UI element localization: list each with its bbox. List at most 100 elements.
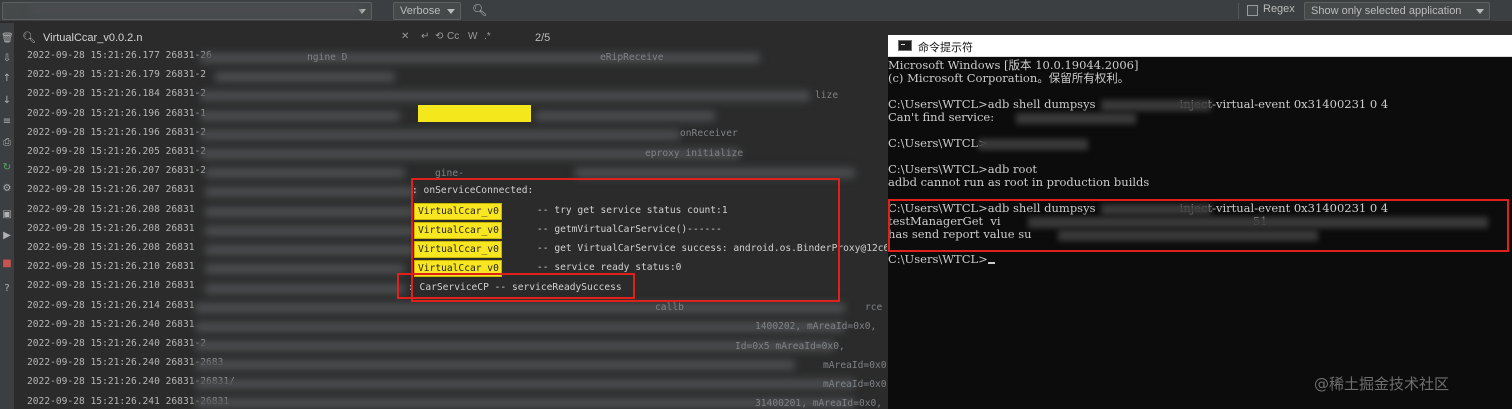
redacted-text xyxy=(535,111,715,121)
log-row[interactable]: 2022-09-28 15:21:26.208 26831 xyxy=(27,201,195,220)
chevron-down-icon xyxy=(447,9,455,14)
filter-combo[interactable]: Show only selected application xyxy=(1304,2,1490,20)
log-fragment: lize xyxy=(815,90,839,101)
redacted-text xyxy=(205,226,415,236)
console-line: C:\Users\WTCL> xyxy=(888,136,988,150)
logcat-side-toolbar: 🗑︎ ⇩ ↑ ↓ ≡ ⎙ ↻ ⚙ ▣ ▶ ■ ? xyxy=(0,23,14,409)
regex-checkbox[interactable] xyxy=(1247,5,1258,16)
words-toggle[interactable]: W xyxy=(468,31,477,42)
print-icon[interactable]: ⎙ xyxy=(1,137,13,149)
restart-icon[interactable]: ↻ xyxy=(1,162,13,174)
logcat-panel: 🔍︎ VirtualCcar_v0.0.2.n ✕ ↵ ⟲ Cc W .* 2/… xyxy=(15,23,887,409)
clear-icon[interactable]: ✕ xyxy=(401,31,409,42)
log-level-value: Verbose xyxy=(400,5,441,17)
soft-wrap-icon[interactable]: ≡ xyxy=(1,116,13,128)
logcat-toolbar: Verbose 🔍︎ Regex Show only selected appl… xyxy=(0,0,1512,22)
console-prompt: C:\Users\WTCL> xyxy=(888,253,995,266)
log-fragment: ngine D xyxy=(307,52,348,63)
console-line: (c) Microsoft Corporation。保留所有权利。 xyxy=(888,71,1130,85)
redacted-text xyxy=(1101,100,1211,111)
camera-icon[interactable]: ▣ xyxy=(1,209,13,221)
console-line: adbd cannot run as root in production bu… xyxy=(888,175,1150,189)
redacted-text xyxy=(215,72,395,82)
gear-icon[interactable]: ⚙ xyxy=(1,183,13,195)
redacted-text xyxy=(195,360,795,370)
redacted-text xyxy=(205,207,415,217)
log-fragment: onReceiver xyxy=(680,128,738,139)
log-row[interactable]: 2022-09-28 15:21:26.240 26831-2 xyxy=(27,335,206,354)
log-fragment: mAreaId=0x0, xyxy=(823,360,887,371)
search-match-highlight xyxy=(418,105,531,122)
redacted-text xyxy=(200,53,760,63)
log-row[interactable]: 2022-09-28 15:21:26.240 26831 xyxy=(27,316,195,335)
log-row[interactable]: 2022-09-28 15:21:26.240 26831-2683 xyxy=(27,354,223,373)
history-icon[interactable]: ⟲ xyxy=(435,31,443,42)
annotation-box xyxy=(888,199,1509,252)
search-icon[interactable]: 🔍︎ xyxy=(472,3,487,17)
cmd-titlebar[interactable]: 命令提示符 xyxy=(888,35,1512,57)
log-row[interactable]: 2022-09-28 15:21:26.207 26831 xyxy=(27,181,195,200)
video-icon[interactable]: ▶ xyxy=(1,230,13,242)
new-line-icon[interactable]: ↵ xyxy=(421,31,429,42)
text-cursor xyxy=(987,262,995,264)
log-row[interactable]: 2022-09-28 15:21:26.214 26831 xyxy=(27,297,195,316)
redacted-text xyxy=(200,130,680,140)
log-row[interactable]: 2022-09-28 15:21:26.177 26831-26 xyxy=(27,47,212,66)
log-row[interactable]: 2022-09-28 15:21:26.196 26831-2 xyxy=(27,124,206,143)
annotation-box xyxy=(397,273,635,299)
log-row[interactable]: 2022-09-28 15:21:26.179 26831-2 xyxy=(27,66,206,85)
redacted-text xyxy=(978,139,1088,150)
search-icon: 🔍︎ xyxy=(22,31,36,44)
arrow-up-icon[interactable]: ↑ xyxy=(1,73,13,85)
cmd-console[interactable]: Microsoft Windows [版本 10.0.19044.2006] (… xyxy=(888,57,1512,409)
log-row[interactable]: 2022-09-28 15:21:26.208 26831 xyxy=(27,220,195,239)
match-count: 2/5 xyxy=(535,32,551,44)
window-gap xyxy=(888,23,1512,35)
log-fragment: callb xyxy=(655,302,684,313)
match-case-toggle[interactable]: Cc xyxy=(447,31,459,42)
redacted-text xyxy=(200,111,400,121)
log-fragment: mAreaId=0x0, xyxy=(823,379,887,390)
log-row[interactable]: 2022-09-28 15:21:26.184 26831-2 xyxy=(27,85,206,104)
find-bar: 🔍︎ VirtualCcar_v0.0.2.n ✕ ↵ ⟲ Cc W .* 2/… xyxy=(15,27,887,49)
stop-icon[interactable]: ■ xyxy=(1,258,13,270)
redacted-text xyxy=(195,322,845,332)
terminal-icon xyxy=(898,40,912,51)
log-fragment: 31400201, mAreaId=0x0, xyxy=(755,398,883,409)
log-fragment: eRipReceive xyxy=(600,52,664,63)
regex-toggle[interactable]: .* xyxy=(484,31,491,42)
redacted-text xyxy=(205,284,405,294)
redacted-text xyxy=(575,168,855,178)
log-level-combo[interactable]: Verbose xyxy=(393,2,461,20)
log-fragment: Id=0x5 mAreaId=0x0, xyxy=(735,341,845,352)
log-row[interactable]: 2022-09-28 15:21:26.205 26831-2 xyxy=(27,143,206,162)
console-line: Can't find service: xyxy=(888,110,995,124)
scroll-to-end-icon[interactable]: ⇩ xyxy=(1,53,13,65)
redacted-text xyxy=(1016,113,1136,124)
log-row[interactable]: 2022-09-28 15:21:26.207 26831-2 xyxy=(27,162,206,181)
redacted-text xyxy=(200,91,810,101)
filter-combo-value: Show only selected application xyxy=(1311,5,1462,17)
log-row[interactable]: 2022-09-28 15:21:26.210 26831 xyxy=(27,277,195,296)
trash-icon[interactable]: 🗑︎ xyxy=(1,33,14,45)
divider xyxy=(1238,3,1239,19)
find-input[interactable]: VirtualCcar_v0.0.2.n xyxy=(43,32,142,44)
redacted-text xyxy=(205,264,405,274)
log-row[interactable]: 2022-09-28 15:21:26.196 26831-1 xyxy=(27,105,206,124)
log-fragment: eproxy initialize xyxy=(645,148,744,159)
chevron-down-icon xyxy=(1476,9,1484,14)
regex-label: Regex xyxy=(1263,3,1295,15)
log-row[interactable]: 2022-09-28 15:21:26.208 26831 xyxy=(27,239,195,258)
arrow-down-icon[interactable]: ↓ xyxy=(1,95,13,107)
cmd-title: 命令提示符 xyxy=(918,41,973,54)
log-fragment: rce xyxy=(865,302,883,313)
redacted-text xyxy=(195,303,845,313)
prompt-text: C:\Users\WTCL> xyxy=(888,252,988,266)
redacted-text xyxy=(205,245,415,255)
redacted-text xyxy=(205,187,415,197)
redacted-device-name xyxy=(30,4,360,16)
help-icon[interactable]: ? xyxy=(1,283,13,295)
log-row[interactable]: 2022-09-28 15:21:26.210 26831 xyxy=(27,258,195,277)
watermark: @稀土掘金技术社区 xyxy=(1314,375,1450,393)
redacted-text xyxy=(195,379,855,389)
